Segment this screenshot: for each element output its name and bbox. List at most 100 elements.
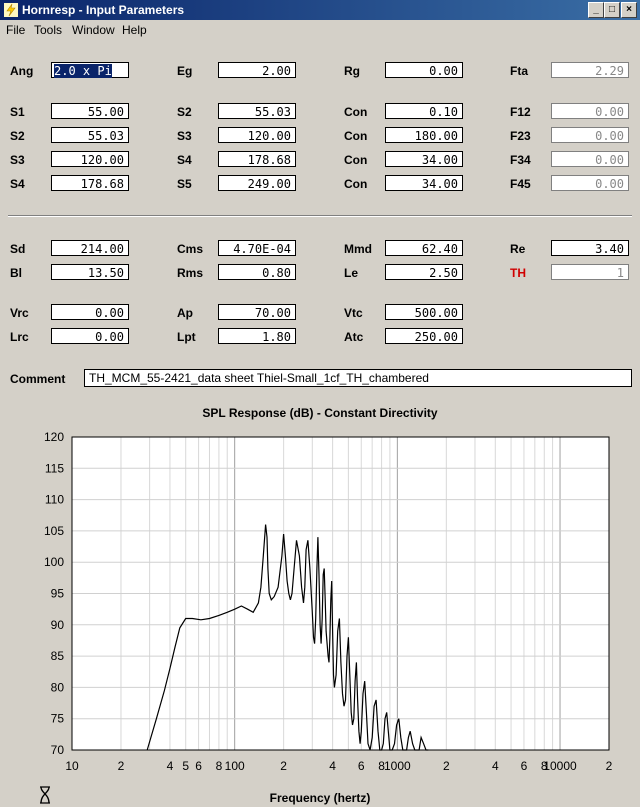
th-field: 1 xyxy=(551,264,629,280)
label-s2: S2 xyxy=(10,129,25,143)
label-sd: Sd xyxy=(10,242,26,256)
label-s4: S4 xyxy=(10,177,25,191)
menu-help[interactable]: Help xyxy=(122,23,147,37)
mmd-field[interactable]: 62.40 xyxy=(385,240,463,256)
chart-title: SPL Response (dB) - Constant Directivity xyxy=(202,406,438,420)
hornresp-lightning-icon xyxy=(4,3,18,17)
x-tick-label: 4 xyxy=(492,759,499,773)
le-field[interactable]: 2.50 xyxy=(385,264,463,280)
y-tick-label: 70 xyxy=(51,743,65,757)
x-tick-label: 10000 xyxy=(543,759,577,773)
label-ap: Ap xyxy=(177,306,193,320)
vrc-field[interactable]: 0.00 xyxy=(51,304,129,320)
label-re: Re xyxy=(510,242,526,256)
title-bar: Hornresp - Input Parameters _ □ × xyxy=(0,0,640,20)
x-tick-label: 2 xyxy=(280,759,287,773)
y-tick-label: 95 xyxy=(51,587,65,601)
label-s3-right: S3 xyxy=(177,129,192,143)
section-divider xyxy=(8,215,632,217)
label-s5: S5 xyxy=(177,177,192,191)
x-tick-label: 2 xyxy=(443,759,450,773)
atc-field[interactable]: 250.00 xyxy=(385,328,463,344)
x-tick-label: 4 xyxy=(167,759,174,773)
label-con-4: Con xyxy=(344,177,368,191)
x-tick-label: 6 xyxy=(358,759,365,773)
comment-input[interactable]: TH_MCM_55-2421_data sheet Thiel-Small_1c… xyxy=(84,369,632,387)
bl-field[interactable]: 13.50 xyxy=(51,264,129,280)
re-field[interactable]: 3.40 xyxy=(551,240,629,256)
sd-field[interactable]: 214.00 xyxy=(51,240,129,256)
s3-right-field[interactable]: 120.00 xyxy=(218,127,296,143)
label-s3: S3 xyxy=(10,153,25,167)
y-tick-label: 100 xyxy=(44,555,64,569)
vtc-field[interactable]: 500.00 xyxy=(385,304,463,320)
label-vtc: Vtc xyxy=(344,306,363,320)
y-tick-label: 115 xyxy=(45,461,64,475)
spl-response-chart: 70758085909510010511011512010 2 4 5 6 8 100 2 4 6… xyxy=(44,430,613,773)
label-vrc: Vrc xyxy=(10,306,29,320)
x-tick-label: 1000 xyxy=(384,759,411,773)
x-tick-label: 5 xyxy=(182,759,189,773)
con-4-field[interactable]: 34.00 xyxy=(385,175,463,191)
label-rg: Rg xyxy=(344,64,360,78)
s1-field[interactable]: 55.00 xyxy=(51,103,129,119)
ap-field[interactable]: 70.00 xyxy=(218,304,296,320)
menu-file[interactable]: File xyxy=(6,23,25,37)
y-tick-label: 85 xyxy=(51,649,65,663)
label-ang: Ang xyxy=(10,64,34,78)
ang-field[interactable]: 2.0 x Pi xyxy=(51,62,129,78)
s2-field[interactable]: 55.03 xyxy=(51,127,129,143)
label-atc: Atc xyxy=(344,330,364,344)
hourglass-icon xyxy=(40,786,50,804)
x-tick-label: 8 xyxy=(216,759,223,773)
label-bl: Bl xyxy=(10,266,22,280)
label-rms: Rms xyxy=(177,266,204,280)
con-3-field[interactable]: 34.00 xyxy=(385,151,463,167)
menu-tools[interactable]: Tools xyxy=(34,23,62,37)
cms-field[interactable]: 4.70E-04 xyxy=(218,240,296,256)
s4-right-field[interactable]: 178.68 xyxy=(218,151,296,167)
close-button[interactable]: × xyxy=(621,2,637,18)
label-f12: F12 xyxy=(510,105,531,119)
label-con-3: Con xyxy=(344,153,368,167)
label-s1: S1 xyxy=(10,105,25,119)
con-1-field[interactable]: 0.10 xyxy=(385,103,463,119)
label-s4-right: S4 xyxy=(177,153,192,167)
label-th[interactable]: TH xyxy=(510,266,526,280)
lrc-field[interactable]: 0.00 xyxy=(51,328,129,344)
rg-field[interactable]: 0.00 xyxy=(385,62,463,78)
maximize-button[interactable]: □ xyxy=(604,2,620,18)
label-le: Le xyxy=(344,266,359,280)
lpt-field[interactable]: 1.80 xyxy=(218,328,296,344)
s2-right-field[interactable]: 55.03 xyxy=(218,103,296,119)
con-2-field[interactable]: 180.00 xyxy=(385,127,463,143)
y-tick-label: 75 xyxy=(51,712,65,726)
window-title: Hornresp - Input Parameters xyxy=(22,3,185,17)
x-tick-label: 2 xyxy=(606,759,613,773)
y-tick-label: 90 xyxy=(51,618,65,632)
fta-field: 2.29 xyxy=(551,62,629,78)
label-comment: Comment xyxy=(10,372,66,386)
minimize-button[interactable]: _ xyxy=(588,2,604,18)
x-tick-label: 2 xyxy=(118,759,125,773)
chart-x-axis-label: Frequency (hertz) xyxy=(269,791,371,805)
label-con-2: Con xyxy=(344,129,368,143)
y-tick-label: 110 xyxy=(45,493,64,507)
s5-field[interactable]: 249.00 xyxy=(218,175,296,191)
label-lrc: Lrc xyxy=(10,330,29,344)
menu-window[interactable]: Window xyxy=(72,23,115,37)
x-tick-label: 10 xyxy=(65,759,79,773)
y-tick-label: 80 xyxy=(51,680,65,694)
label-eg: Eg xyxy=(177,64,193,78)
label-s2-right: S2 xyxy=(177,105,192,119)
x-tick-label: 100 xyxy=(225,759,245,773)
label-f34: F34 xyxy=(510,153,531,167)
rms-field[interactable]: 0.80 xyxy=(218,264,296,280)
label-mmd: Mmd xyxy=(344,242,372,256)
menu-bar: File Tools Window Help xyxy=(0,20,640,38)
label-cms: Cms xyxy=(177,242,204,256)
s4-field[interactable]: 178.68 xyxy=(51,175,129,191)
eg-field[interactable]: 2.00 xyxy=(218,62,296,78)
s3-field[interactable]: 120.00 xyxy=(51,151,129,167)
x-tick-label: 6 xyxy=(195,759,202,773)
